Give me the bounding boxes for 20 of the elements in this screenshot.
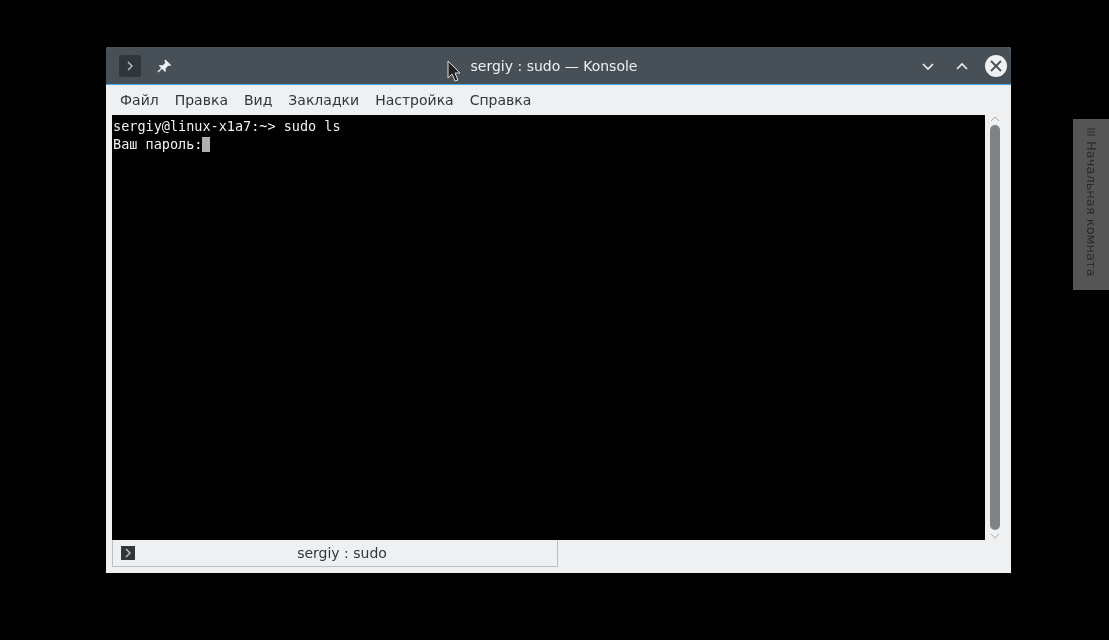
menu-item[interactable]: Справка: [461, 86, 540, 114]
menu-item[interactable]: Вид: [235, 86, 281, 114]
mouse-pointer-icon: [447, 60, 461, 82]
close-button[interactable]: [985, 54, 1007, 77]
session-tab[interactable]: sergiy : sudo: [112, 540, 558, 567]
scroll-down-icon: [989, 532, 1001, 540]
pin-icon: [157, 58, 171, 73]
scroll-up-icon: [989, 115, 1001, 123]
app-menu-button[interactable]: [119, 54, 141, 77]
terminal-line: sergiy@linux-x1a7:~> sudo ls: [113, 117, 341, 135]
scrollbar-thumb[interactable]: [990, 125, 1000, 530]
menu-item[interactable]: Правка: [166, 86, 236, 114]
terminal-line: Ваш пароль:: [113, 135, 203, 153]
menu-item[interactable]: Настройка: [367, 86, 462, 114]
menu-item[interactable]: Файл: [112, 86, 167, 114]
close-icon: [990, 59, 1002, 72]
tab-label: sergiy : sudo: [296, 545, 388, 561]
terminal-area[interactable]: sergiy@linux-x1a7:~> sudo ls Ваш пароль:: [112, 115, 985, 540]
menu-item[interactable]: Закладки: [280, 86, 368, 114]
window-title: sergiy : sudo — Konsole: [470, 57, 638, 74]
